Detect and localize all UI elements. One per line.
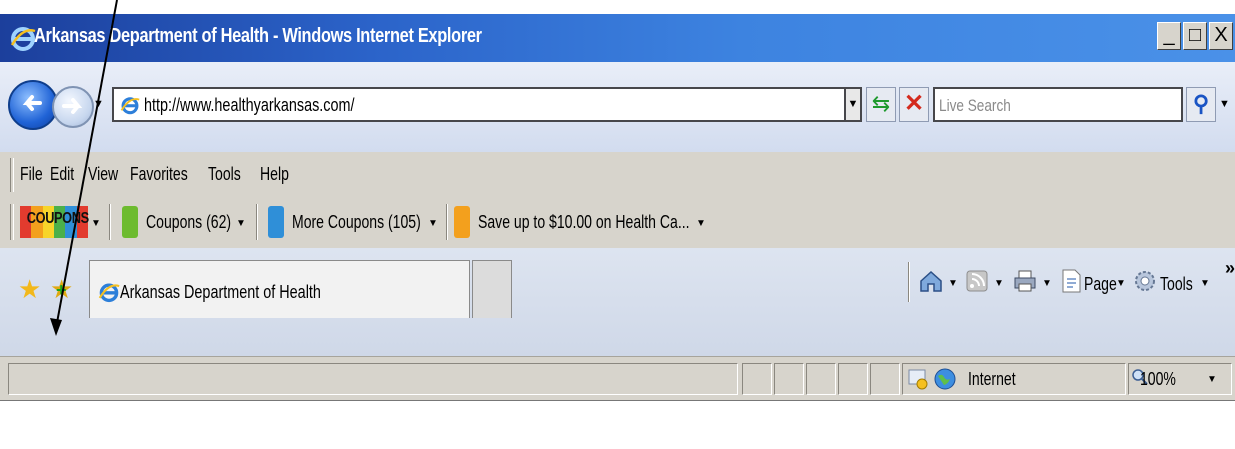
more-coupons-button[interactable]: More Coupons (105) — [292, 212, 421, 233]
feeds-dropdown[interactable]: ▼ — [994, 278, 1004, 289]
search-icon: ⚲ — [1192, 91, 1210, 116]
window-title: Arkansas Department of Health - Windows … — [34, 25, 482, 47]
search-options-dropdown[interactable]: ▼ — [1219, 98, 1230, 110]
tab-bar: ★ ★ + Arkansas Department of Health ▼ ▼ — [0, 248, 1235, 356]
page-menu-button[interactable]: Page — [1084, 274, 1117, 295]
browser-window: Arkansas Department of Health - Windows … — [0, 14, 1235, 401]
refresh-icon: ⇆ — [871, 91, 891, 116]
menu-tools[interactable]: Tools — [208, 164, 241, 185]
menu-bar: File Edit View Favorites Tools Help — [0, 152, 1235, 196]
minimize-button[interactable]: _ — [1157, 22, 1181, 50]
stop-button[interactable]: ✕ — [899, 87, 929, 122]
back-button[interactable] — [8, 80, 58, 130]
health-care-offer-dropdown[interactable]: ▼ — [696, 218, 706, 229]
status-panel — [742, 363, 772, 395]
menu-file[interactable]: File — [20, 164, 43, 185]
status-panel — [870, 363, 900, 395]
divider — [0, 400, 1235, 401]
toolbar-separator — [109, 204, 110, 240]
print-icon[interactable] — [1012, 268, 1038, 294]
more-coupons-dropdown[interactable]: ▼ — [428, 218, 438, 229]
ie-logo-icon — [98, 283, 120, 303]
address-dropdown-button[interactable]: ▼ — [844, 87, 862, 122]
favorites-star-icon[interactable]: ★ — [18, 274, 41, 305]
zoom-dropdown[interactable]: ▼ — [1207, 374, 1217, 385]
title-bar: Arkansas Department of Health - Windows … — [0, 14, 1235, 63]
status-bar: Internet ▼ 100% — [0, 356, 1235, 401]
menu-view[interactable]: View — [88, 164, 118, 185]
coupon-tag-icon — [454, 206, 470, 238]
close-button[interactable]: X — [1209, 22, 1233, 50]
coupons-logo-dropdown[interactable]: ▼ — [91, 218, 101, 229]
forward-arrow-icon — [62, 98, 83, 114]
status-panel — [806, 363, 836, 395]
status-panel — [774, 363, 804, 395]
ie-logo-icon — [120, 97, 140, 115]
toolbar-grip[interactable] — [10, 204, 14, 240]
ie-logo-icon — [10, 27, 36, 51]
back-arrow-icon — [22, 95, 42, 111]
tools-menu-button[interactable]: Tools — [1160, 274, 1193, 295]
search-input[interactable]: Live Search — [933, 87, 1183, 122]
toolbar-separator — [446, 204, 447, 240]
home-icon[interactable] — [918, 268, 944, 294]
zoom-level: 100% — [1140, 369, 1176, 389]
toolbar-separator — [908, 262, 909, 302]
toolbar-separator — [256, 204, 257, 240]
coupons-logo-text: COUPONS — [26, 210, 89, 227]
add-favorites-plus-icon: + — [56, 280, 67, 300]
print-dropdown[interactable]: ▼ — [1042, 278, 1052, 289]
protected-mode-icon — [908, 369, 928, 390]
new-tab-button[interactable] — [472, 260, 512, 318]
menu-favorites[interactable]: Favorites — [130, 164, 188, 185]
status-panel — [838, 363, 868, 395]
stop-icon: ✕ — [903, 90, 925, 117]
navigation-bar: ▼ http://www.healthyarkansas.com/ ▼ ⇆ ✕ … — [0, 62, 1235, 152]
tools-gear-icon[interactable] — [1132, 268, 1158, 294]
maximize-button[interactable]: □ — [1183, 22, 1207, 50]
forward-button[interactable] — [52, 86, 94, 128]
tools-dropdown[interactable]: ▼ — [1200, 278, 1210, 289]
coupon-tag-icon — [268, 206, 284, 238]
menu-help[interactable]: Help — [260, 164, 289, 185]
coupons-button[interactable]: Coupons (62) — [146, 212, 231, 233]
security-zone-label: Internet — [968, 369, 1016, 389]
feeds-icon[interactable] — [964, 268, 990, 294]
health-care-offer-button[interactable]: Save up to $10.00 on Health Ca... — [478, 212, 690, 233]
search-placeholder: Live Search — [939, 96, 1011, 115]
address-field[interactable]: http://www.healthyarkansas.com/ — [112, 87, 860, 122]
zone-globe-icon — [934, 368, 956, 390]
address-url: http://www.healthyarkansas.com/ — [144, 95, 355, 115]
coupons-dropdown[interactable]: ▼ — [236, 218, 246, 229]
history-dropdown-icon[interactable]: ▼ — [93, 98, 104, 110]
coupons-toolbar: COUPONS ▼ Coupons (62) ▼ More Coupons (1… — [0, 196, 1235, 248]
search-button[interactable]: ⚲ — [1186, 87, 1216, 122]
command-bar-overflow[interactable]: » — [1225, 258, 1235, 279]
home-dropdown[interactable]: ▼ — [948, 278, 958, 289]
menu-edit[interactable]: Edit — [50, 164, 74, 185]
page-dropdown[interactable]: ▼ — [1116, 278, 1126, 289]
tab-arkansas-health[interactable]: Arkansas Department of Health — [89, 260, 470, 318]
toolbar-grip[interactable] — [10, 158, 14, 192]
refresh-button[interactable]: ⇆ — [866, 87, 896, 122]
tab-label: Arkansas Department of Health — [120, 282, 321, 302]
coupon-tag-icon — [122, 206, 138, 238]
status-text-panel — [8, 363, 738, 395]
page-icon[interactable] — [1058, 268, 1084, 294]
